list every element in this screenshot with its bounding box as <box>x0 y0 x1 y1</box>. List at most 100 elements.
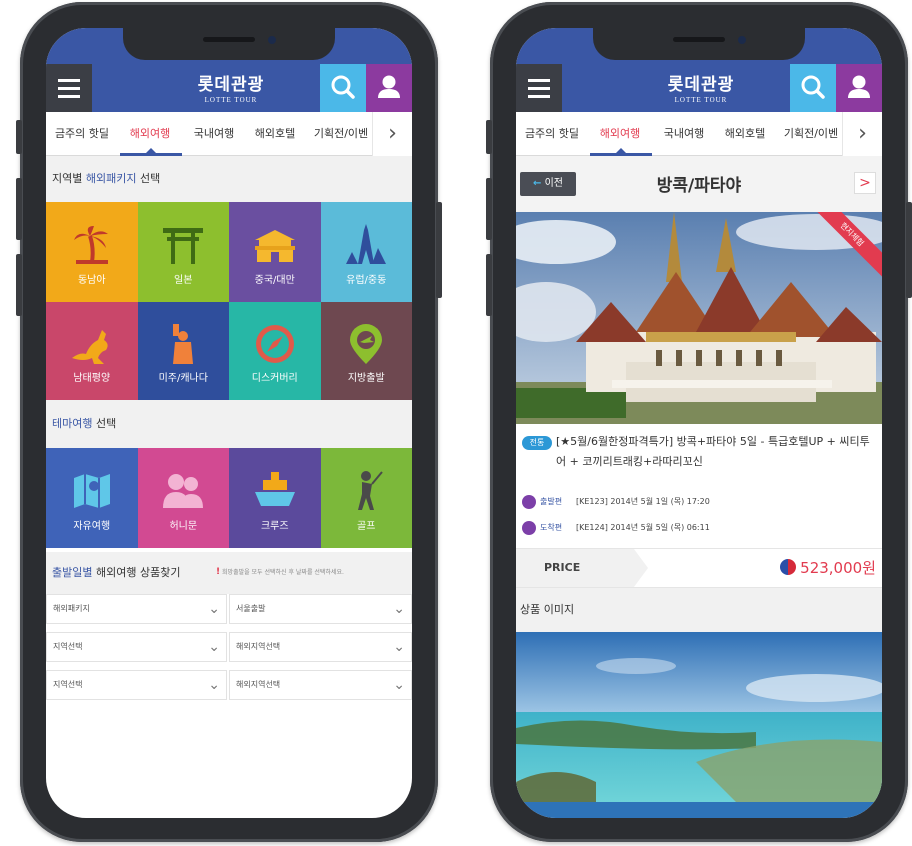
theme-tile-free-travel[interactable]: 자유여행 <box>46 448 138 548</box>
overseas-region-select-2[interactable]: 해외지역선택 ⌄ <box>229 670 412 700</box>
finder-title-text: 해외여행 상품찾기 <box>95 566 181 579</box>
tab-overseas-hotels[interactable]: 해외호텔 <box>246 112 304 156</box>
price-value-wrap: 523,000원 <box>780 557 876 578</box>
brand-logo[interactable]: 롯데관광 LOTTE TOUR <box>636 70 766 104</box>
arrow-left-icon: ← <box>533 178 542 189</box>
region-label: 지방출발 <box>347 373 385 384</box>
theme-heading-highlight: 테마여행 <box>52 417 93 430</box>
theme-grid: 자유여행 허니문 크루즈 골프 <box>46 448 412 548</box>
theme-tile-honeymoon[interactable]: 허니문 <box>137 448 229 548</box>
screen-right: 롯데관광 LOTTE TOUR 금주의 핫딜 해외여행 국내여행 해외호텔 기획… <box>516 28 882 818</box>
mute-switch <box>486 120 492 154</box>
search-icon[interactable] <box>790 64 836 112</box>
tab-domestic[interactable]: 국내여행 <box>186 112 242 156</box>
tab-hot-deals[interactable]: 금주의 핫딜 <box>520 112 584 156</box>
hamburger-menu-icon[interactable] <box>46 64 92 112</box>
chevron-down-icon: ⌄ <box>208 677 220 693</box>
theme-heading-suffix: 선택 <box>95 417 117 430</box>
region-section-heading: 지역별 해외패키지 선택 <box>46 156 412 202</box>
region-select[interactable]: 지역선택 ⌄ <box>46 632 227 662</box>
arrival-text: [KE124] 2014년 5월 5일 (목) 06:11 <box>576 523 710 532</box>
arrival-label: 도착편 <box>540 523 563 532</box>
page-header: ← 이전 방콕/파타야 > <box>516 156 882 212</box>
theme-tile-cruise[interactable]: 크루즈 <box>229 448 321 548</box>
region-grid: 동남아 일본 중국/대만 유럽/중동 남태평양 미주/캐나다 디스커버리 지방출… <box>46 202 412 400</box>
tab-promotions[interactable]: 기획전/이벤 <box>310 112 372 156</box>
select-value: 해외지역선택 <box>236 642 281 651</box>
hamburger-menu-icon[interactable] <box>516 64 562 112</box>
phone-frame-left: 롯데관광 LOTTE TOUR 금주의 핫딜 해외여행 국내여행 해외호텔 기획… <box>16 2 442 842</box>
plane-arrive-icon <box>522 521 536 535</box>
golfer-icon <box>358 471 384 510</box>
region-label: 중국/대만 <box>254 275 295 286</box>
region-heading-highlight: 해외패키지 <box>85 172 137 185</box>
region-tile-china-taiwan[interactable]: 중국/대만 <box>229 202 321 302</box>
korea-flag-icon <box>780 559 797 575</box>
user-icon[interactable] <box>836 64 882 112</box>
notch <box>593 28 805 60</box>
product-images-heading: 상품 이미지 <box>516 588 882 632</box>
theme-section-heading: 테마여행 선택 <box>46 400 412 448</box>
chevron-right-icon[interactable]: › <box>842 112 882 156</box>
page-title: 방콕/파타야 <box>656 176 742 196</box>
couple-icon <box>163 474 204 508</box>
brand-logo[interactable]: 롯데관광 LOTTE TOUR <box>166 70 296 104</box>
region-tile-americas-canada[interactable]: 미주/캐나다 <box>137 302 229 400</box>
tab-promotions[interactable]: 기획전/이벤 <box>780 112 842 156</box>
chevron-down-icon: ⌄ <box>208 601 220 617</box>
chevron-right-icon[interactable]: › <box>372 112 412 156</box>
plane-depart-icon <box>522 495 536 509</box>
select-value: 해외지역선택 <box>236 680 281 689</box>
phone-frame-right: 롯데관광 LOTTE TOUR 금주의 핫딜 해외여행 국내여행 해외호텔 기획… <box>486 2 912 842</box>
screen-left: 롯데관광 LOTTE TOUR 금주의 핫딜 해외여행 국내여행 해외호텔 기획… <box>46 28 412 818</box>
theme-label: 골프 <box>357 521 376 532</box>
search-icon[interactable] <box>320 64 366 112</box>
theme-label: 허니문 <box>169 521 198 532</box>
overseas-region-select[interactable]: 해외지역선택 ⌄ <box>229 632 412 662</box>
category-tabs: 금주의 핫딜 해외여행 국내여행 해외호텔 기획전/이벤 › <box>516 112 882 156</box>
logo-korean: 롯데관광 <box>197 75 265 95</box>
finder-note: ! 희망출발을 모두 선택하신 후 날짜를 선택하세요. <box>216 567 344 577</box>
tab-hot-deals[interactable]: 금주의 핫딜 <box>50 112 114 156</box>
user-icon[interactable] <box>366 64 412 112</box>
volume-up-button <box>16 178 22 240</box>
region-heading-suffix: 선택 <box>139 172 161 185</box>
back-button[interactable]: ← 이전 <box>520 172 576 196</box>
app-header: 롯데관광 LOTTE TOUR <box>516 64 882 112</box>
volume-up-button <box>486 178 492 240</box>
cruise-ship-icon <box>254 472 295 506</box>
product-hero-image[interactable]: 현지체험 <box>516 212 882 424</box>
region-tile-europe-middle-east[interactable]: 유럽/중동 <box>320 202 412 302</box>
bottom-bar <box>516 802 882 818</box>
tab-overseas-hotels[interactable]: 해외호텔 <box>716 112 774 156</box>
region-tile-south-pacific[interactable]: 남태평양 <box>46 302 138 400</box>
region-select-2[interactable]: 지역선택 ⌄ <box>46 670 227 700</box>
select-value: 지역선택 <box>53 642 83 651</box>
price-row: PRICE 523,000원 <box>516 548 882 588</box>
region-tile-southeast-asia[interactable]: 동남아 <box>46 202 138 302</box>
theme-tile-golf[interactable]: 골프 <box>320 448 412 548</box>
beach-photo <box>516 632 882 802</box>
region-tile-discovery[interactable]: 디스커버리 <box>229 302 321 400</box>
mute-switch <box>16 120 22 154</box>
region-tile-japan[interactable]: 일본 <box>137 202 229 302</box>
departure-text: [KE123] 2014년 5월 1일 (목) 17:20 <box>576 497 710 506</box>
departure-city-select[interactable]: 서울출발 ⌄ <box>229 594 412 624</box>
region-label: 남태평양 <box>73 373 111 384</box>
product-info[interactable]: 전통 [★5월/6월한정파격특가] 방콕+파타야 5일 - 특급호텔UP + 씨… <box>516 424 882 486</box>
power-button <box>436 202 442 298</box>
region-label: 유럽/중동 <box>346 275 387 286</box>
region-label: 미주/캐나다 <box>158 373 208 384</box>
region-label: 일본 <box>174 275 193 286</box>
date-finder-heading: 출발일별 해외여행 상품찾기 ! 희망출발을 모두 선택하신 후 날짜를 선택하… <box>46 552 412 594</box>
package-type-select[interactable]: 해외패키지 ⌄ <box>46 594 227 624</box>
logo-korean: 롯데관광 <box>667 75 735 95</box>
region-tile-regional-departure[interactable]: 지방출발 <box>320 302 412 400</box>
tab-domestic[interactable]: 국내여행 <box>656 112 712 156</box>
map-icon <box>73 474 110 508</box>
region-label: 동남아 <box>77 275 106 286</box>
temple-photo <box>516 212 882 424</box>
product-gallery-image[interactable] <box>516 632 882 802</box>
kangaroo-icon <box>71 330 108 364</box>
share-icon[interactable]: > <box>854 172 876 194</box>
